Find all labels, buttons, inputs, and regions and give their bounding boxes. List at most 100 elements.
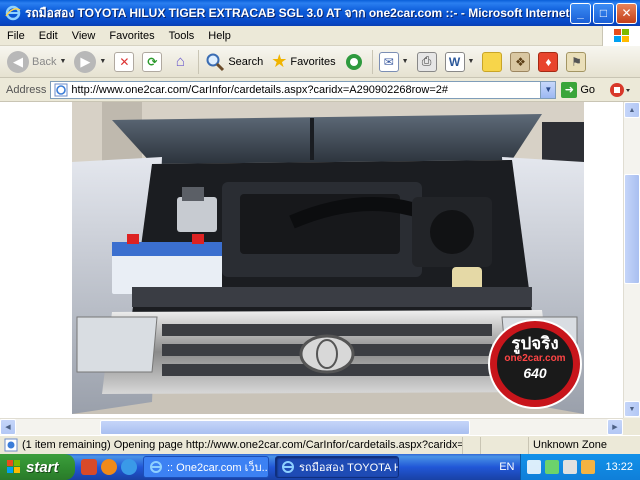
clock[interactable]: 13:22: [605, 461, 633, 473]
taskbar-item-active-window[interactable]: รถมือสอง TOYOTA HI...: [275, 456, 399, 478]
edit-dropdown-icon[interactable]: ▼: [468, 58, 475, 65]
quicklaunch-media-icon[interactable]: [101, 459, 117, 475]
stop-icon: ✕: [114, 51, 135, 72]
research-icon: ❖: [510, 51, 531, 72]
status-text: (1 item remaining) Opening page http://w…: [22, 439, 462, 451]
quick-launch: [81, 459, 137, 475]
watermark-number: 640: [523, 365, 547, 381]
go-label: Go: [580, 83, 596, 96]
horizontal-scrollbar[interactable]: ◀ ▶: [0, 418, 623, 435]
page-content: รูปจริง one2car.com 640: [0, 102, 623, 418]
stop-button[interactable]: ✕: [111, 49, 137, 75]
toolbar-separator: [198, 49, 200, 74]
word-edit-icon: W: [444, 51, 465, 72]
quicklaunch-ie-icon[interactable]: [121, 459, 137, 475]
zone-label: Unknown Zone: [533, 439, 607, 451]
favorites-button[interactable]: ★ Favorites: [268, 49, 338, 75]
toolbar-extra-button[interactable]: ⚑: [563, 49, 589, 75]
messenger-button[interactable]: ♦: [535, 49, 561, 75]
loading-page-icon: [4, 438, 18, 452]
links-toolbar-button[interactable]: [609, 80, 631, 100]
tray-network-icon[interactable]: [545, 460, 560, 474]
links-icon: [610, 82, 631, 97]
ie-window-icon[interactable]: [5, 5, 21, 21]
forward-arrow-icon: ▶: [74, 50, 97, 73]
mail-dropdown-icon[interactable]: ▼: [402, 58, 409, 65]
forward-dropdown-icon[interactable]: ▼: [99, 58, 106, 65]
watermark-site: one2car.com: [504, 353, 566, 364]
tray-security-icon[interactable]: [563, 460, 578, 474]
print-button[interactable]: ⎙: [414, 49, 440, 75]
back-arrow-icon: ◀: [7, 50, 29, 73]
media-button[interactable]: [341, 49, 367, 75]
research-button[interactable]: ❖: [507, 49, 533, 75]
watermark-title: รูปจริง: [511, 334, 559, 354]
refresh-button[interactable]: ⟳: [139, 49, 165, 75]
menu-help[interactable]: Help: [201, 30, 238, 42]
toolbar-extra-icon: ⚑: [566, 51, 587, 72]
note-icon: [482, 51, 503, 72]
discuss-button[interactable]: [479, 49, 505, 75]
task-label: รถมือสอง TOYOTA HI...: [299, 462, 398, 474]
back-dropdown-icon[interactable]: ▼: [59, 58, 66, 65]
search-label: Search: [228, 55, 264, 68]
home-button[interactable]: ⌂: [167, 49, 193, 75]
tray-expand-icon[interactable]: [527, 460, 542, 474]
security-zone: Unknown Zone: [528, 436, 640, 454]
quicklaunch-app-icon[interactable]: [81, 459, 97, 475]
media-icon: [345, 53, 362, 70]
ie-task-icon: [150, 461, 162, 473]
address-url[interactable]: http://www.one2car.com/CarInfor/cardetai…: [71, 84, 540, 96]
scroll-left-icon[interactable]: ◀: [0, 419, 16, 435]
car-engine-photo: รูปจริง one2car.com 640: [72, 102, 584, 414]
forward-button[interactable]: ▶ ▼: [71, 49, 109, 75]
toolbar-separator: [371, 49, 373, 74]
maximize-button[interactable]: □: [593, 2, 614, 24]
go-button[interactable]: ➜ Go: [561, 81, 596, 98]
scroll-down-icon[interactable]: ▼: [624, 401, 640, 417]
favorites-label: Favorites: [290, 55, 336, 68]
menu-favorites[interactable]: Favorites: [102, 30, 161, 42]
window-title: รถมือสอง TOYOTA HILUX TIGER EXTRACAB SGL…: [25, 5, 570, 20]
print-icon: ⎙: [416, 51, 437, 72]
scroll-right-icon[interactable]: ▶: [607, 419, 623, 435]
back-button[interactable]: ◀ Back ▼: [4, 49, 69, 75]
menu-file[interactable]: File: [0, 30, 32, 42]
favorites-star-icon: ★: [271, 51, 288, 71]
windows-flag-icon: [7, 460, 20, 473]
page-icon: [54, 83, 68, 96]
go-arrow-icon: ➜: [561, 81, 578, 98]
search-button[interactable]: Search: [202, 49, 266, 75]
address-input[interactable]: http://www.one2car.com/CarInfor/cardetai…: [50, 80, 557, 99]
title-bar: รถมือสอง TOYOTA HILUX TIGER EXTRACAB SGL…: [0, 0, 640, 26]
search-icon: [206, 53, 225, 71]
minimize-button[interactable]: _: [570, 2, 591, 24]
task-label: :: One2car.com เว็บ...: [167, 462, 269, 474]
address-bar: Address http://www.one2car.com/CarInfor/…: [0, 78, 640, 102]
start-button[interactable]: start: [0, 454, 75, 480]
close-button[interactable]: ✕: [616, 2, 637, 24]
menu-edit[interactable]: Edit: [32, 30, 65, 42]
home-icon: ⌂: [175, 53, 185, 70]
system-tray: 13:22: [520, 454, 640, 480]
watermark-badge: รูปจริง one2car.com 640: [492, 335, 578, 395]
edit-button[interactable]: W ▼: [442, 49, 478, 75]
vertical-scrollbar[interactable]: ▲ ▼: [623, 102, 640, 418]
language-indicator[interactable]: EN: [499, 461, 514, 473]
tray-volume-icon[interactable]: [581, 460, 596, 474]
scroll-up-icon[interactable]: ▲: [624, 102, 640, 118]
mail-icon: ✉: [378, 51, 399, 72]
standard-toolbar: ◀ Back ▼ ▶ ▼ ✕ ⟳ ⌂ Search ★ Favorites ✉ …: [0, 46, 640, 78]
address-dropdown-icon[interactable]: ▼: [540, 81, 556, 98]
status-cell: [462, 436, 480, 454]
refresh-icon: ⟳: [142, 51, 163, 72]
taskbar-item-one2car[interactable]: :: One2car.com เว็บ...: [143, 456, 269, 478]
vertical-scroll-thumb[interactable]: [624, 174, 640, 284]
menu-bar: File Edit View Favorites Tools Help: [0, 25, 640, 46]
ie-task-icon: [282, 461, 294, 473]
menu-view[interactable]: View: [65, 30, 103, 42]
windows-logo-icon: [602, 25, 640, 46]
horizontal-scroll-thumb[interactable]: [100, 420, 470, 435]
menu-tools[interactable]: Tools: [162, 30, 202, 42]
mail-button[interactable]: ✉ ▼: [376, 49, 412, 75]
